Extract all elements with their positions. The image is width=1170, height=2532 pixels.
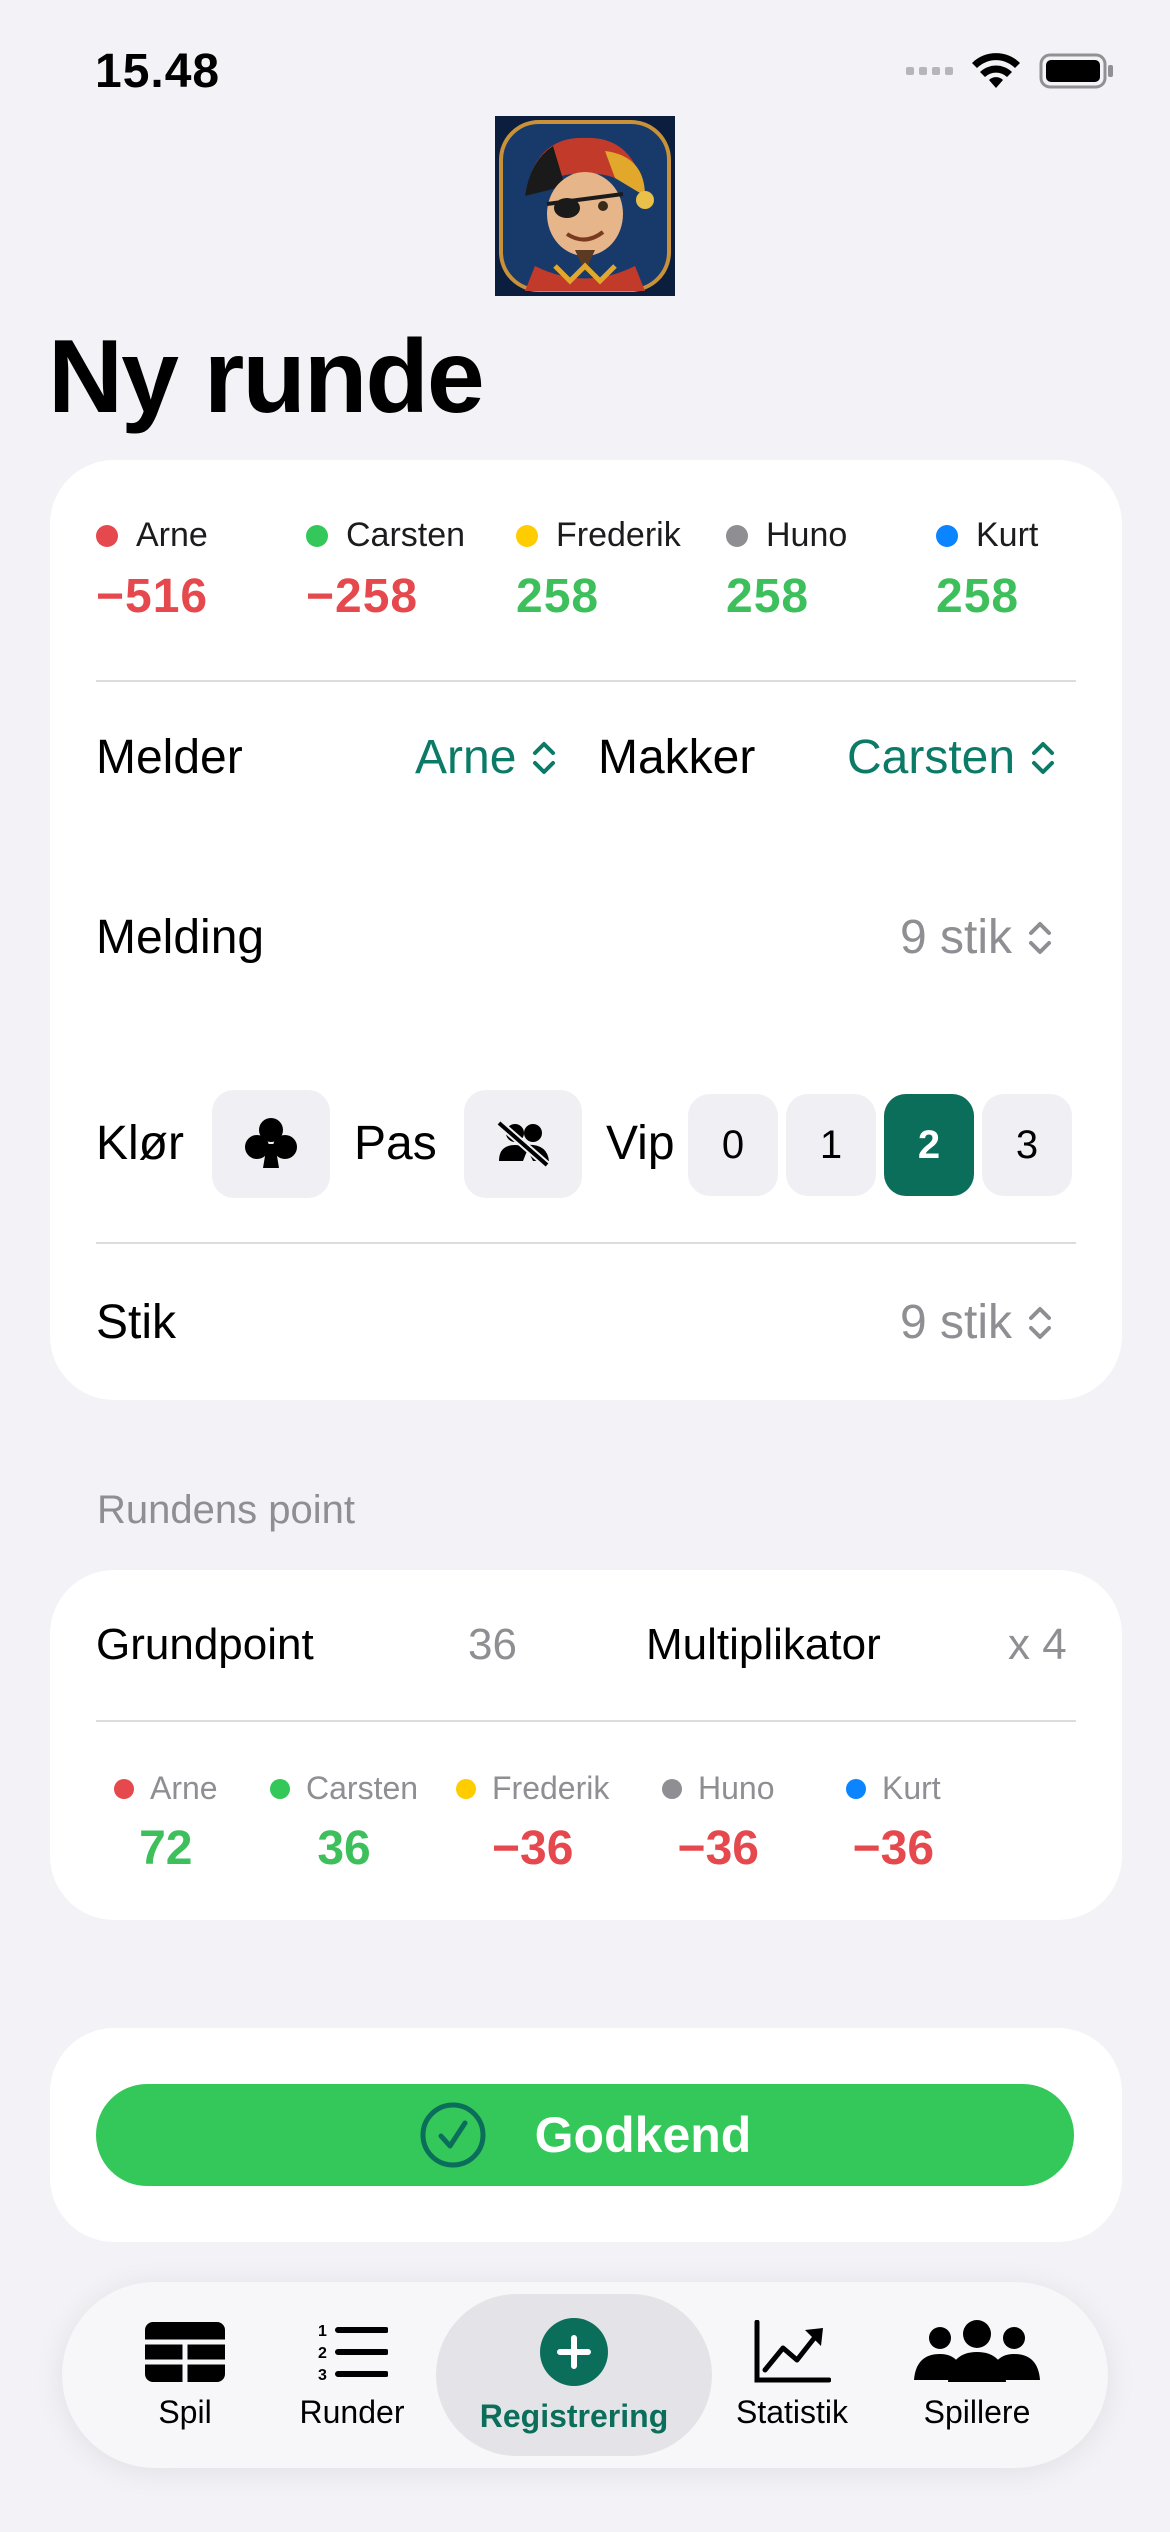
makker-picker[interactable]: Carsten <box>847 730 1057 785</box>
player-score-carsten: Carsten −258 <box>306 516 516 624</box>
status-icons <box>906 52 1115 90</box>
melding-picker[interactable]: 9 stik <box>900 910 1054 965</box>
people-icon <box>914 2319 1040 2382</box>
tab-registrering[interactable]: Registrering <box>436 2282 712 2468</box>
svg-text:1: 1 <box>318 2323 327 2340</box>
player-score-frederik: Frederik 258 <box>516 516 726 624</box>
player-total: 258 <box>936 570 1020 623</box>
player-color-dot <box>726 524 748 547</box>
divider <box>96 1242 1076 1244</box>
svg-text:3: 3 <box>318 2367 327 2384</box>
player-total: 258 <box>516 570 600 623</box>
suit-label: Klør <box>96 1117 184 1170</box>
base-points-label: Grundpoint <box>96 1620 314 1669</box>
round-point-arne: Arne 72 <box>114 1770 218 1876</box>
plus-circle-icon <box>540 2317 608 2386</box>
vip-label: Vip <box>606 1117 675 1170</box>
divider <box>96 1720 1076 1722</box>
vip-option-0[interactable]: 0 <box>688 1094 778 1196</box>
round-point-value: −36 <box>852 1822 935 1875</box>
chart-line-icon <box>754 2319 831 2382</box>
app-logo <box>495 116 675 296</box>
player-color-dot <box>846 1778 866 1799</box>
status-time: 15.48 <box>95 45 221 98</box>
melder-label: Melder <box>96 731 243 784</box>
pas-button[interactable] <box>464 1090 582 1198</box>
round-point-carsten: Carsten 36 <box>270 1770 418 1876</box>
chevron-up-down-icon <box>1032 741 1055 774</box>
base-points-value: 36 <box>468 1620 517 1669</box>
round-point-kurt: Kurt −36 <box>846 1770 941 1876</box>
round-point-huno: Huno −36 <box>662 1770 775 1876</box>
approve-button[interactable]: Godkend <box>96 2084 1074 2186</box>
player-color-dot <box>456 1778 476 1799</box>
chevron-up-down-icon <box>1029 1306 1052 1339</box>
vip-option-3[interactable]: 3 <box>982 1094 1072 1196</box>
vip-option-2[interactable]: 2 <box>884 1094 974 1196</box>
multiplier-label: Multiplikator <box>646 1620 881 1669</box>
player-color-dot <box>270 1778 290 1799</box>
round-point-value: −36 <box>677 1822 759 1875</box>
chevron-up-down-icon <box>533 741 556 774</box>
tab-runder[interactable]: 1 2 3 Runder <box>272 2282 432 2468</box>
page-title: Ny runde <box>48 319 485 435</box>
player-score-huno: Huno 258 <box>726 516 936 624</box>
tab-spillere[interactable]: Spillere <box>882 2282 1072 2468</box>
cellular-signal-icon <box>906 67 953 75</box>
round-points-card: Grundpoint 36 Multiplikator x 4 Arne 72 … <box>50 1570 1122 1920</box>
tab-spil[interactable]: Spil <box>92 2282 278 2468</box>
player-color-dot <box>936 524 958 547</box>
melding-label: Melding <box>96 911 265 964</box>
tab-bar: Spil 1 2 3 Runder Registrering Statistik <box>62 2282 1108 2468</box>
player-color-dot <box>662 1778 682 1799</box>
player-color-dot <box>516 524 538 547</box>
multiplier-value: x 4 <box>1008 1620 1067 1669</box>
round-point-frederik: Frederik −36 <box>456 1770 609 1876</box>
no-partner-icon <box>496 1119 550 1169</box>
svg-text:2: 2 <box>318 2345 327 2362</box>
tab-statistik[interactable]: Statistik <box>712 2282 872 2468</box>
vip-option-1[interactable]: 1 <box>786 1094 876 1196</box>
player-color-dot <box>96 524 118 547</box>
player-total: −516 <box>96 570 209 623</box>
round-point-value: 36 <box>317 1822 371 1875</box>
club-icon <box>245 1118 297 1168</box>
player-total: −258 <box>306 570 419 623</box>
pas-label: Pas <box>354 1117 437 1170</box>
player-score-kurt: Kurt 258 <box>936 516 1146 624</box>
numbered-list-icon: 1 2 3 <box>318 2323 388 2384</box>
player-color-dot <box>306 524 328 547</box>
player-total: 258 <box>726 570 810 623</box>
stik-picker[interactable]: 9 stik <box>900 1295 1054 1350</box>
round-point-value: 72 <box>139 1822 193 1875</box>
melder-picker[interactable]: Arne <box>415 730 558 785</box>
round-input-card: Arne −516 Carsten −258 Frederik 258 Huno… <box>50 460 1122 1400</box>
player-score-arne: Arne −516 <box>96 516 306 624</box>
suit-button[interactable] <box>212 1090 330 1198</box>
checkmark-circle-icon <box>420 2102 486 2168</box>
section-header-round-points: Rundens point <box>97 1488 355 1532</box>
wifi-icon <box>972 53 1020 88</box>
makker-label: Makker <box>598 731 756 784</box>
round-point-value: −36 <box>491 1822 574 1875</box>
player-color-dot <box>114 1778 134 1799</box>
divider <box>96 680 1076 682</box>
stik-label: Stik <box>96 1296 177 1349</box>
grid-icon <box>145 2321 225 2382</box>
chevron-up-down-icon <box>1029 921 1052 954</box>
battery-icon <box>1039 53 1113 89</box>
